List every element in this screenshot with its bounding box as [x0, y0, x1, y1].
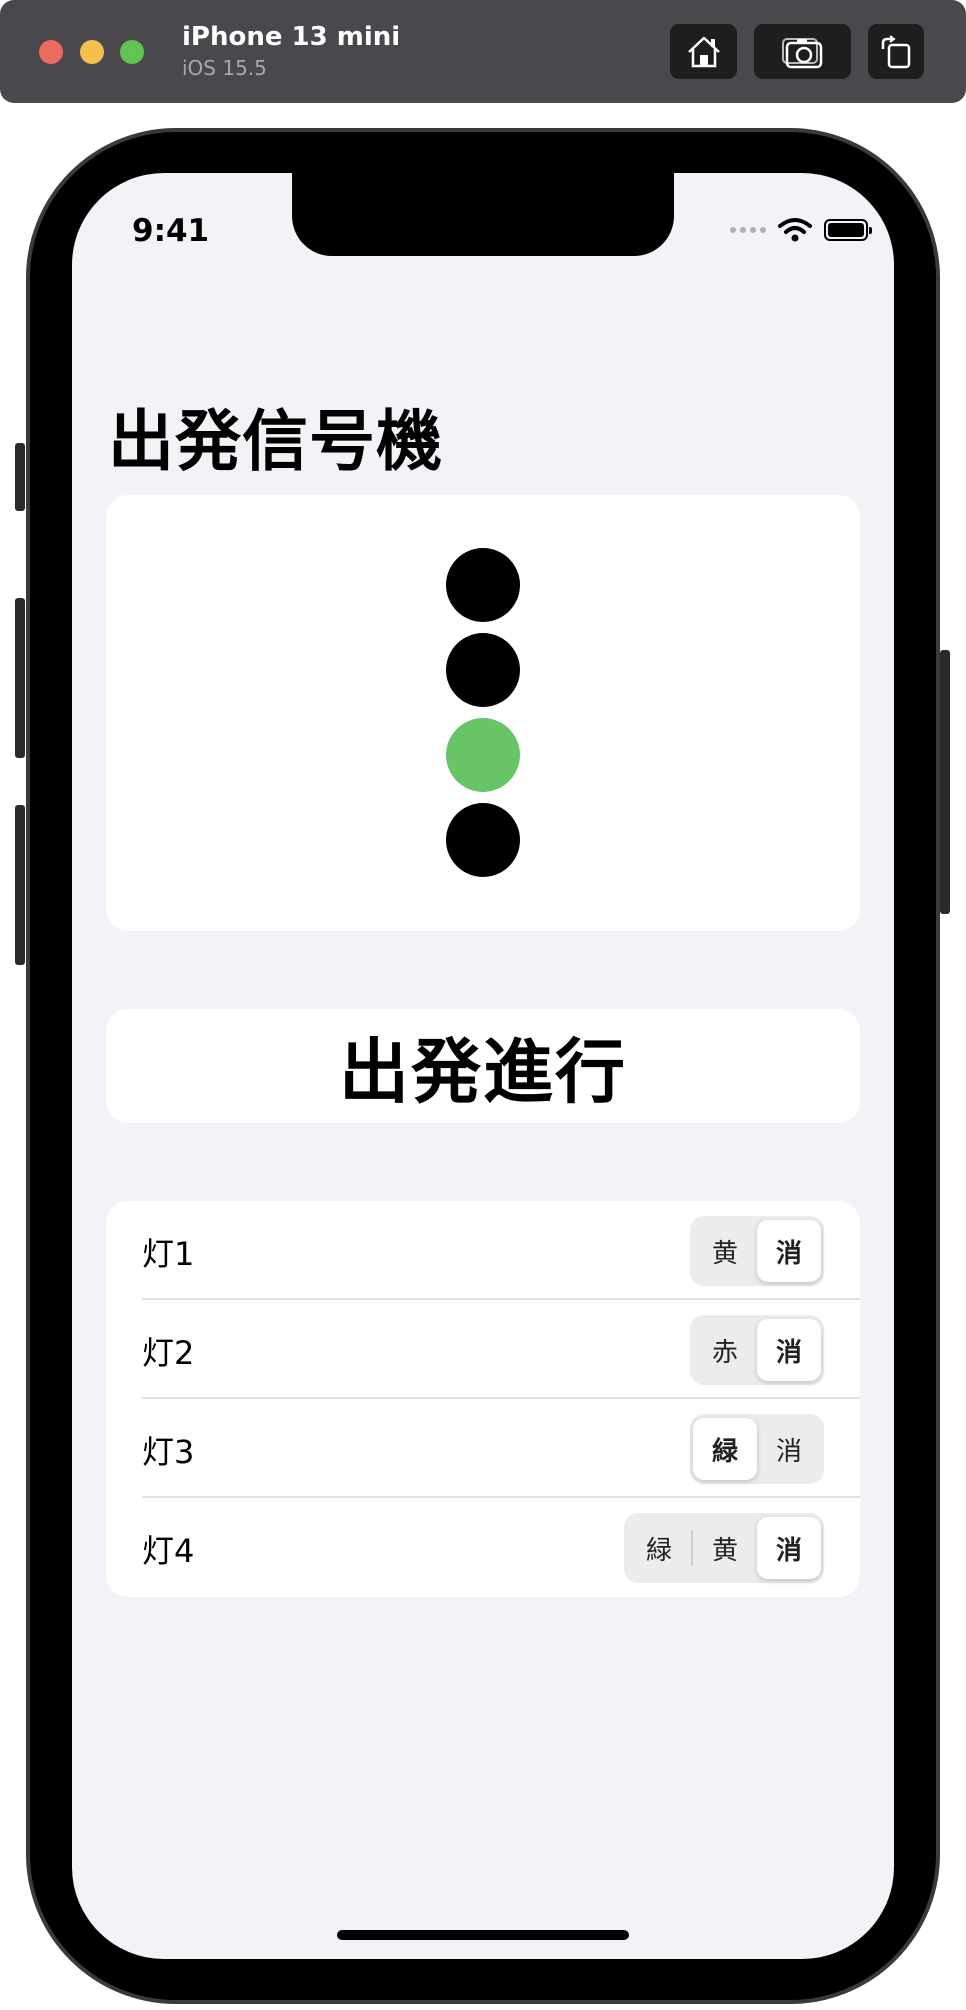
os-version: iOS 15.5	[182, 56, 267, 80]
zoom-window-button[interactable]	[120, 40, 144, 64]
rotate-button[interactable]	[868, 24, 924, 79]
signal-lamp-2	[446, 633, 520, 707]
close-window-button[interactable]	[39, 40, 63, 64]
status-time: 9:41	[132, 213, 210, 249]
device-name: iPhone 13 mini	[182, 22, 401, 52]
segment-option[interactable]: 黄	[693, 1220, 757, 1282]
aspect-label: 出発進行	[339, 1030, 627, 1113]
aspect-card: 出発進行	[106, 1009, 860, 1123]
segment-option[interactable]: 黄	[693, 1517, 757, 1579]
silent-switch	[15, 443, 25, 511]
notch	[292, 173, 674, 256]
lamp-label: 灯2	[142, 1334, 195, 1372]
signal-lamps	[446, 548, 520, 888]
signal-dots-icon	[730, 227, 766, 233]
list-item: 灯1 黄 消	[106, 1201, 860, 1300]
list-item: 灯3 緑 消	[106, 1399, 860, 1498]
signal-lamp-1	[446, 548, 520, 622]
lamp-label: 灯3	[142, 1433, 195, 1471]
lamp-label: 灯4	[142, 1532, 195, 1570]
home-button[interactable]	[670, 24, 737, 79]
segment-option-selected[interactable]: 緑	[693, 1418, 757, 1480]
segment-option[interactable]: 消	[757, 1418, 821, 1480]
volume-up-button	[15, 598, 25, 758]
wifi-icon	[778, 218, 812, 242]
signal-lamp-4	[446, 803, 520, 877]
simulator-toolbar: iPhone 13 mini iOS 15.5	[0, 0, 966, 103]
signal-lamp-3	[446, 718, 520, 792]
battery-icon	[824, 219, 872, 241]
power-button	[940, 650, 950, 914]
list-item: 灯2 赤 消	[106, 1300, 860, 1399]
rotate-icon	[881, 34, 911, 68]
signal-display-card	[106, 495, 860, 931]
lamp-controls-list: 灯1 黄 消 灯2 赤 消 灯3 緑 消 灯4 緑 黄 消	[106, 1201, 860, 1597]
segment-option-selected[interactable]: 消	[757, 1319, 821, 1381]
home-icon	[687, 36, 720, 67]
segment-option[interactable]: 赤	[693, 1319, 757, 1381]
list-item: 灯4 緑 黄 消	[106, 1498, 860, 1597]
page-title: 出発信号機	[108, 403, 443, 480]
lamp-3-segmented-control[interactable]: 緑 消	[690, 1414, 824, 1484]
screenshot-button[interactable]	[754, 24, 851, 79]
status-indicators	[730, 217, 872, 243]
segment-option[interactable]: 緑	[627, 1517, 691, 1579]
phone-screen: 9:41 出発信号機 出発進行 灯1 黄 消 灯2 赤 消 灯3 緑 消 灯4 …	[72, 173, 894, 1959]
lamp-4-segmented-control[interactable]: 緑 黄 消	[624, 1513, 824, 1583]
camera-icon	[781, 37, 822, 68]
home-indicator[interactable]	[337, 1930, 629, 1940]
lamp-1-segmented-control[interactable]: 黄 消	[690, 1216, 824, 1286]
segment-option-selected[interactable]: 消	[757, 1220, 821, 1282]
minimize-window-button[interactable]	[80, 40, 104, 64]
lamp-label: 灯1	[142, 1235, 195, 1273]
lamp-2-segmented-control[interactable]: 赤 消	[690, 1315, 824, 1385]
segment-option-selected[interactable]: 消	[757, 1517, 821, 1579]
volume-down-button	[15, 805, 25, 965]
